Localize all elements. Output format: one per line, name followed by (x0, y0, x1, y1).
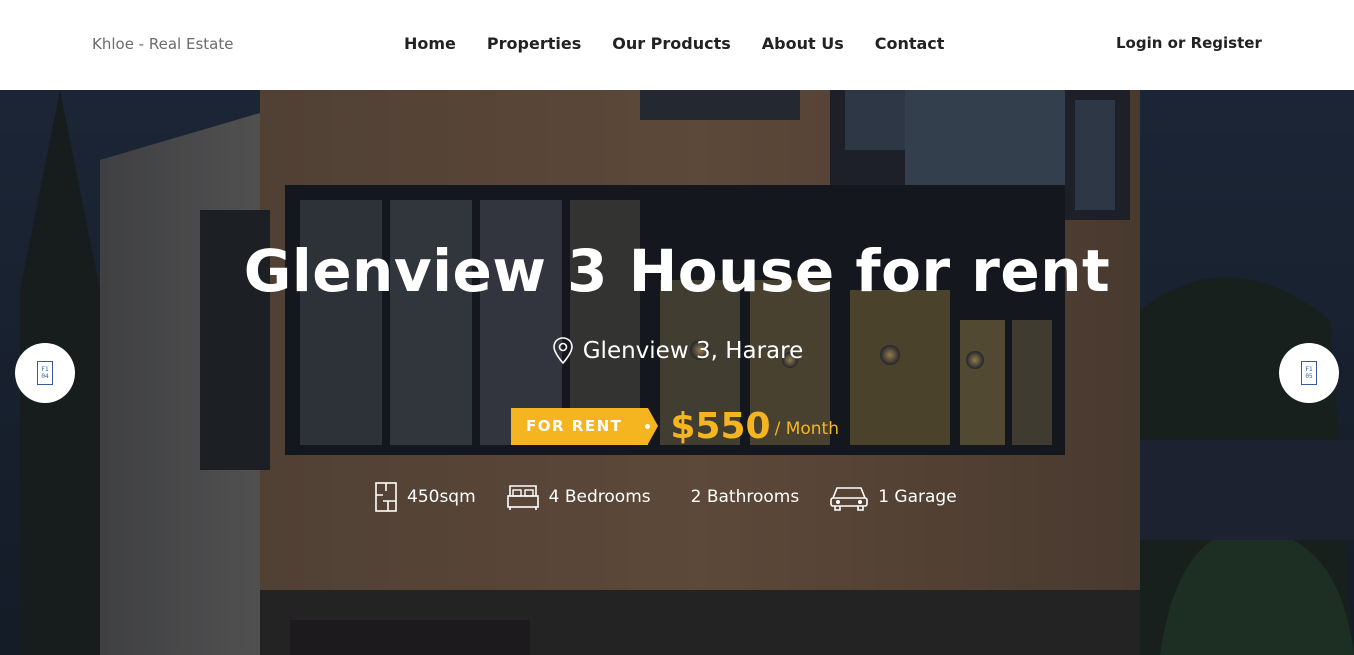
slider-prev-button[interactable]: F1 04 (15, 343, 75, 403)
price-period: / Month (774, 418, 839, 439)
floorplan-icon (375, 482, 397, 512)
feature-area: 450sqm (374, 481, 476, 513)
property-location: Glenview 3, Harare (0, 336, 1354, 366)
slider-next-button[interactable]: F1 05 (1279, 343, 1339, 403)
feature-bedrooms-text: 4 Bedrooms (548, 487, 651, 507)
tag-hole (645, 424, 651, 429)
price-value: $550 (670, 406, 771, 447)
bed-icon (506, 485, 539, 510)
map-pin-icon (552, 337, 573, 365)
property-title: Glenview 3 House for rent (243, 237, 1111, 305)
brand-logo-text[interactable]: Khloe - Real Estate (92, 35, 233, 53)
main-nav: Home Properties Our Products About Us Co… (404, 34, 975, 53)
feature-bathrooms-text: 2 Bathrooms (690, 487, 800, 507)
site-header: Khloe - Real Estate Home Properties Our … (0, 0, 1354, 90)
next-arrow-icon: F1 05 (1301, 361, 1317, 385)
location-text: Glenview 3, Harare (582, 338, 804, 364)
feature-bedrooms: 4 Bedrooms (506, 482, 651, 512)
login-register-link[interactable]: Login or Register (1116, 34, 1262, 52)
property-features: 450sqm 4 Bedrooms 2 Bathrooms 1 Garage (374, 481, 987, 513)
nav-contact[interactable]: Contact (875, 34, 945, 53)
nav-about-us[interactable]: About Us (762, 34, 844, 53)
price-row: FOR RENT $550 / Month (511, 406, 839, 447)
hero-dark-overlay (0, 90, 1354, 655)
feature-garage-text: 1 Garage (878, 487, 957, 507)
nav-our-products[interactable]: Our Products (612, 34, 731, 53)
feature-area-text: 450sqm (407, 487, 476, 507)
feature-garage: 1 Garage (829, 482, 957, 512)
nav-properties[interactable]: Properties (487, 34, 581, 53)
prev-arrow-icon: F1 04 (37, 361, 53, 385)
for-rent-label: FOR RENT (526, 417, 623, 435)
feature-bathrooms: 2 Bathrooms (691, 487, 800, 507)
for-rent-badge: FOR RENT (511, 408, 659, 445)
car-icon (830, 487, 869, 511)
hero-slider: Glenview 3 House for rent Glenview 3, Ha… (0, 90, 1354, 655)
nav-home[interactable]: Home (404, 34, 456, 53)
